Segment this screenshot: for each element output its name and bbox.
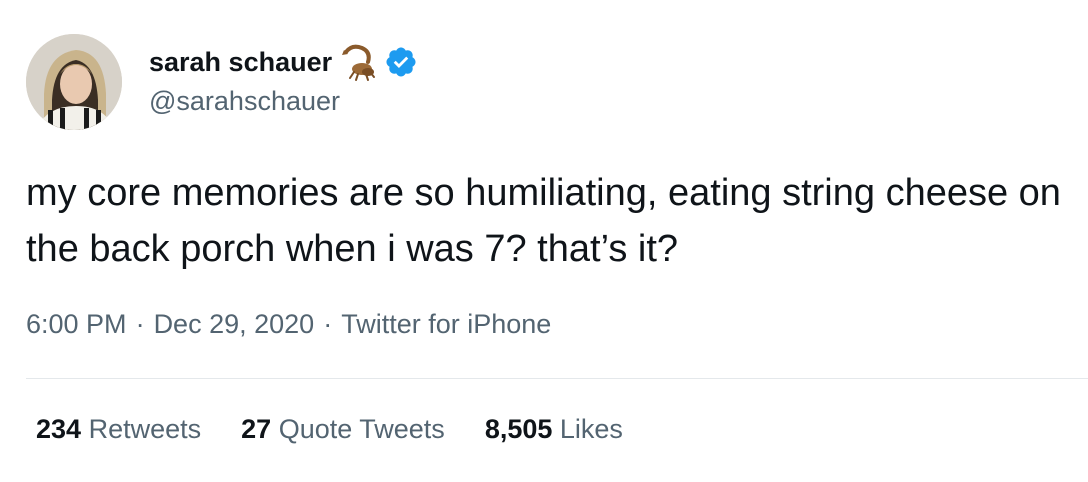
author-handle[interactable]: @sarahschauer [149,86,340,117]
likes-count: 8,505 [484,414,553,444]
display-name[interactable]: sarah schauer [149,47,332,78]
retweets-stat[interactable]: 234 Retweets [36,414,201,445]
author-name-row: sarah schauer [149,42,418,82]
retweets-count: 234 [36,414,82,444]
tweet-text: my core memories are so humiliating, eat… [26,172,1061,270]
meta-separator: · [135,309,145,339]
quote-tweets-count: 27 [241,414,272,444]
verified-badge-icon [384,45,418,79]
divider [26,378,1088,379]
tweet-source[interactable]: Twitter for iPhone [341,309,551,340]
quote-tweets-label: Quote Tweets [278,414,445,444]
likes-stat[interactable]: 8,505 Likes [485,414,623,445]
avatar[interactable] [26,34,122,130]
tweet-time[interactable]: 6:00 PM [26,309,127,340]
tweet-card: sarah schauer @sarahschauer my core memo… [0,0,1088,482]
meta-separator: · [323,309,333,339]
engagement-stats: 234 Retweets 27 Quote Tweets 8,505 Likes [36,414,623,445]
likes-label: Likes [559,414,623,444]
quote-tweets-stat[interactable]: 27 Quote Tweets [241,414,445,445]
retweets-label: Retweets [88,414,202,444]
tweet-meta: 6:00 PM · Dec 29, 2020 · Twitter for iPh… [26,309,551,340]
scorpion-icon [338,42,378,82]
tweet-date[interactable]: Dec 29, 2020 [154,309,315,340]
